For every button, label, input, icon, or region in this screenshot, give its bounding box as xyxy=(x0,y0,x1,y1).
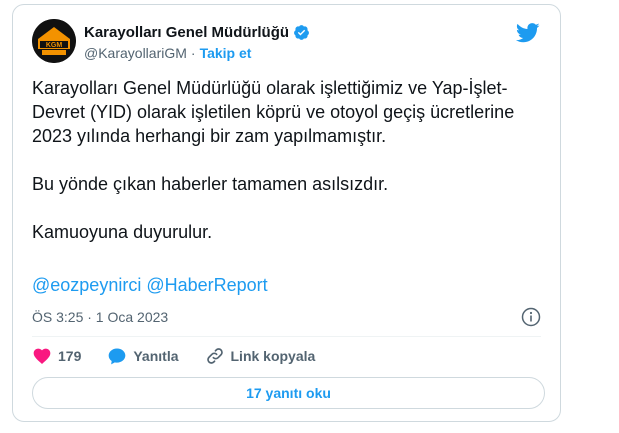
mention-link-eozpeynirci[interactable]: @eozpeynirci xyxy=(32,275,141,295)
tweet-card: KGM Karayolları Genel Müdürlüğü @Karayol… xyxy=(12,4,561,422)
author-display-name[interactable]: Karayolları Genel Müdürlüğü xyxy=(84,24,289,41)
tweet-text: Karayolları Genel Müdürlüğü olarak işlet… xyxy=(32,76,537,268)
reply-bubble-icon xyxy=(109,348,126,365)
tweet-paragraph-2: Bu yönde çıkan haberler tamamen asılsızd… xyxy=(32,174,389,194)
info-icon[interactable] xyxy=(521,307,541,327)
tweet-timestamp[interactable]: ÖS 3:25 · 1 Oca 2023 xyxy=(32,309,168,325)
separator-dot: · xyxy=(190,45,196,61)
author-name-row: Karayolları Genel Müdürlüğü xyxy=(84,24,310,41)
like-count: 179 xyxy=(58,348,82,364)
mentions: @eozpeynirci @HaberReport xyxy=(32,275,268,296)
heart-icon xyxy=(33,348,51,364)
tweet-paragraph-3: Kamuoyuna duyurulur. xyxy=(32,222,213,242)
mention-link-haberreport[interactable]: @HaberReport xyxy=(146,275,267,295)
logo-text: KGM xyxy=(46,42,63,49)
copy-link-label: Link kopyala xyxy=(230,348,316,364)
link-icon xyxy=(206,348,223,364)
read-replies-button[interactable]: 17 yanıtı oku xyxy=(32,377,545,409)
reply-button[interactable]: Yanıtla xyxy=(107,346,179,366)
twitter-bird-icon[interactable] xyxy=(516,23,540,43)
reply-label: Yanıtla xyxy=(133,348,179,364)
kgm-logo-icon: KGM xyxy=(32,19,76,63)
author-handle-row: @KarayollariGM · Takip et xyxy=(84,45,251,61)
tweet-actions: 179 Yanıtla Link kopyala xyxy=(32,346,341,366)
tweet-paragraph-1: Karayolları Genel Müdürlüğü olarak işlet… xyxy=(32,78,515,146)
author-handle[interactable]: @KarayollariGM xyxy=(84,45,187,61)
like-button[interactable]: 179 xyxy=(32,346,81,366)
verified-badge-icon xyxy=(294,25,309,40)
avatar[interactable]: KGM xyxy=(32,19,76,63)
follow-button[interactable]: Takip et xyxy=(200,45,252,61)
copy-link-button[interactable]: Link kopyala xyxy=(205,346,316,366)
divider xyxy=(32,336,541,337)
